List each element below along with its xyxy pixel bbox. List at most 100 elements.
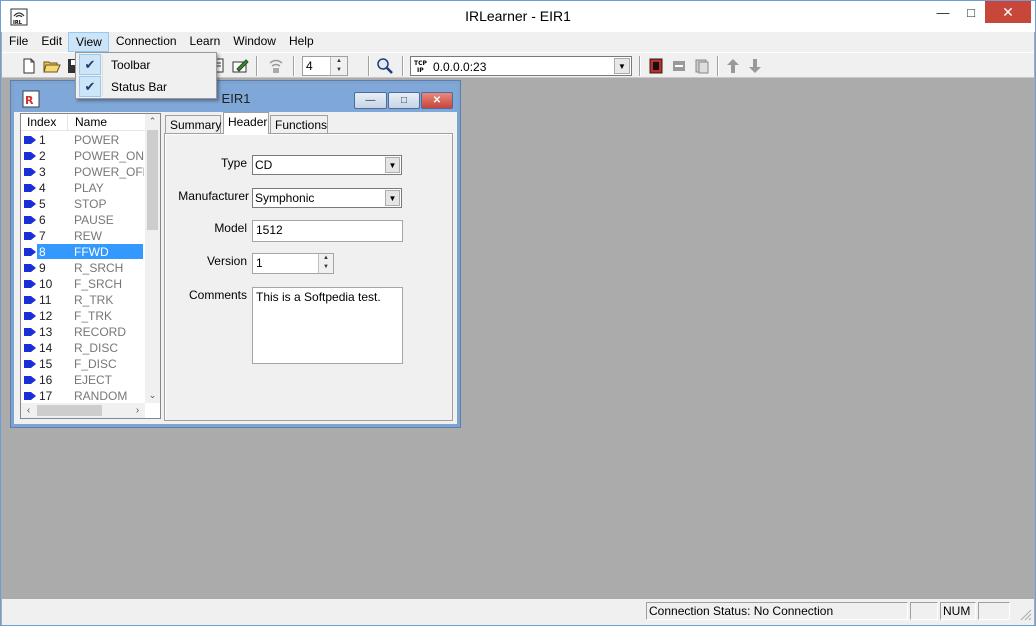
toolbar-separator bbox=[368, 56, 370, 76]
type-combo[interactable]: CD ▼ bbox=[252, 155, 402, 175]
host-address-combo[interactable]: TCP IP 0.0.0.0:23 ▼ bbox=[410, 56, 632, 76]
menu-view[interactable]: View bbox=[68, 32, 109, 52]
view-dropdown-menu: ✔ Toolbar ✔ Status Bar bbox=[75, 52, 217, 99]
list-item-index: 11 bbox=[39, 293, 52, 307]
list-item-name: R_DISC bbox=[74, 341, 119, 355]
transmit-icon[interactable] bbox=[647, 57, 665, 75]
list-item-index: 17 bbox=[39, 389, 53, 403]
scroll-up-icon[interactable]: ⌃ bbox=[145, 114, 160, 129]
new-file-icon[interactable] bbox=[20, 57, 38, 75]
list-item[interactable]: 3 POWER_OFF bbox=[21, 164, 145, 180]
scroll-thumb[interactable] bbox=[37, 405, 102, 416]
menu-connection[interactable]: Connection bbox=[109, 32, 183, 52]
learn-icon[interactable] bbox=[670, 57, 688, 75]
tab-header[interactable]: Header bbox=[223, 112, 269, 134]
maximize-button[interactable]: □ bbox=[958, 1, 984, 23]
menu-item-toolbar[interactable]: ✔ Toolbar bbox=[78, 54, 214, 75]
list-item-index: 10 bbox=[39, 277, 53, 291]
list-item[interactable]: 2 POWER_ON bbox=[21, 148, 145, 164]
list-item[interactable]: 5 STOP bbox=[21, 196, 145, 212]
list-item[interactable]: 13 RECORD bbox=[21, 324, 145, 340]
list-item-index: 4 bbox=[39, 181, 46, 195]
menu-help[interactable]: Help bbox=[282, 32, 320, 52]
manufacturer-combo[interactable]: Symphonic ▼ bbox=[252, 188, 402, 208]
dropdown-arrow-icon[interactable]: ▼ bbox=[614, 58, 630, 74]
list-item-name: RANDOM bbox=[74, 389, 128, 403]
close-button[interactable]: ✕ bbox=[985, 1, 1031, 23]
list-item-index: 1 bbox=[39, 133, 46, 147]
dropdown-arrow-icon[interactable]: ▼ bbox=[385, 190, 400, 206]
dropdown-arrow-icon[interactable]: ▼ bbox=[385, 157, 400, 173]
column-header-name[interactable]: Name bbox=[75, 115, 107, 129]
download-icon[interactable] bbox=[746, 57, 764, 75]
menu-file[interactable]: File bbox=[2, 32, 34, 52]
list-item-index: 5 bbox=[39, 197, 46, 211]
child-maximize-button[interactable]: □ bbox=[388, 92, 420, 109]
tcp-ip-icon: TCP IP bbox=[413, 58, 431, 74]
list-item-name: PLAY bbox=[74, 181, 104, 195]
spin-down-icon[interactable]: ▼ bbox=[331, 66, 347, 75]
toolbar-separator bbox=[717, 56, 719, 76]
resize-grip-icon[interactable] bbox=[1018, 607, 1032, 621]
ir-command-arrow-icon bbox=[24, 280, 36, 288]
list-item-name: PAUSE bbox=[74, 213, 114, 227]
ip-search-icon[interactable] bbox=[376, 57, 394, 75]
spin-up-icon[interactable]: ▲ bbox=[319, 254, 333, 263]
list-item[interactable]: 16 EJECT bbox=[21, 372, 145, 388]
tab-functions[interactable]: Functions bbox=[270, 115, 328, 134]
column-header-index[interactable]: Index bbox=[27, 115, 56, 129]
type-combo-value: CD bbox=[255, 158, 273, 172]
list-item-index: 8 bbox=[37, 244, 73, 259]
spinner-buttons[interactable]: ▲ ▼ bbox=[330, 57, 347, 75]
spinner-buttons[interactable]: ▲ ▼ bbox=[318, 254, 333, 273]
count-spinner[interactable]: 4 ▲ ▼ bbox=[302, 56, 348, 76]
scroll-left-icon[interactable]: ‹ bbox=[21, 403, 36, 418]
list-item[interactable]: 6 PAUSE bbox=[21, 212, 145, 228]
menu-learn[interactable]: Learn bbox=[183, 32, 227, 52]
menu-bar: File Edit View Connection Learn Window H… bbox=[2, 32, 1034, 52]
scroll-thumb[interactable] bbox=[147, 130, 158, 230]
list-item-name: POWER_ON bbox=[74, 149, 144, 163]
ir-command-arrow-icon bbox=[24, 152, 36, 160]
version-spinner[interactable]: 1 ▲ ▼ bbox=[252, 253, 334, 274]
list-item[interactable]: 11 R_TRK bbox=[21, 292, 145, 308]
column-divider[interactable] bbox=[67, 114, 68, 130]
list-item[interactable]: 9 R_SRCH bbox=[21, 260, 145, 276]
scroll-down-icon[interactable]: ⌄ bbox=[145, 388, 160, 403]
signal-icon[interactable] bbox=[267, 57, 285, 75]
comments-textarea[interactable]: This is a Softpedia test. bbox=[252, 287, 403, 364]
edit-properties-icon[interactable] bbox=[231, 57, 249, 75]
menu-window[interactable]: Window bbox=[226, 32, 282, 52]
vertical-scrollbar[interactable]: ⌃ ⌄ bbox=[145, 114, 160, 403]
list-item[interactable]: 10 F_SRCH bbox=[21, 276, 145, 292]
list-item[interactable]: 12 F_TRK bbox=[21, 308, 145, 324]
list-item[interactable]: 1 POWER bbox=[21, 132, 145, 148]
model-field[interactable]: 1512 bbox=[252, 220, 403, 242]
copy-icon[interactable] bbox=[693, 57, 711, 75]
spin-down-icon[interactable]: ▼ bbox=[319, 263, 333, 272]
checkmark-icon: ✔ bbox=[79, 76, 101, 97]
menu-item-status-bar[interactable]: ✔ Status Bar bbox=[78, 76, 214, 97]
list-item[interactable]: 17 RANDOM bbox=[21, 388, 145, 404]
list-item[interactable]: 4 PLAY bbox=[21, 180, 145, 196]
num-lock-indicator: NUM bbox=[940, 602, 976, 620]
title-bar[interactable]: IRL IRLearner - EIR1 — □ ✕ bbox=[1, 1, 1035, 32]
tab-summary[interactable]: Summary bbox=[165, 115, 221, 134]
list-item-name: REW bbox=[74, 229, 102, 243]
list-item[interactable]: 8 FFWD bbox=[21, 244, 145, 260]
upload-icon[interactable] bbox=[724, 57, 742, 75]
scroll-right-icon[interactable]: › bbox=[130, 403, 145, 418]
open-folder-icon[interactable] bbox=[43, 57, 61, 75]
horizontal-scrollbar[interactable]: ‹ › bbox=[21, 403, 145, 418]
child-minimize-button[interactable]: — bbox=[354, 92, 387, 109]
list-item[interactable]: 14 R_DISC bbox=[21, 340, 145, 356]
list-item[interactable]: 15 F_DISC bbox=[21, 356, 145, 372]
list-item[interactable]: 7 REW bbox=[21, 228, 145, 244]
minimize-button[interactable]: — bbox=[930, 1, 956, 23]
child-close-button[interactable]: ✕ bbox=[421, 92, 453, 109]
command-list[interactable]: Index Name 1 POWER 2 POWER_ON 3 POWER_OFF 4 PLA… bbox=[20, 113, 161, 419]
manufacturer-combo-value: Symphonic bbox=[255, 191, 315, 205]
menu-edit[interactable]: Edit bbox=[34, 32, 68, 52]
tab-strip: Summary Header Functions bbox=[164, 112, 454, 134]
spin-up-icon[interactable]: ▲ bbox=[331, 57, 347, 66]
